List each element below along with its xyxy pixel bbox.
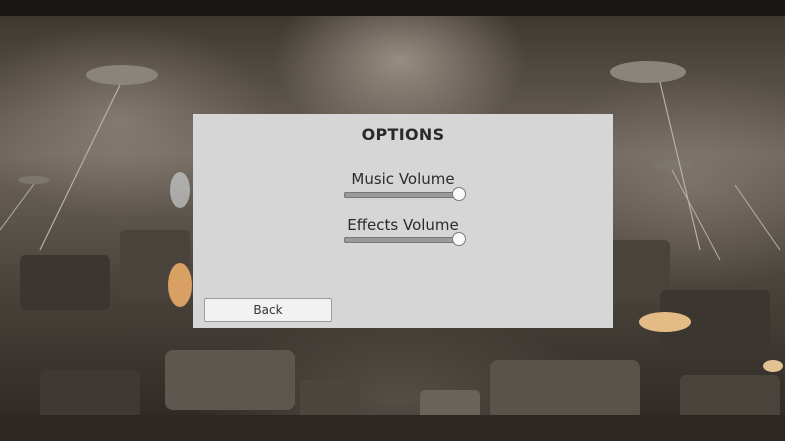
effects-volume-handle[interactable] [452, 232, 466, 246]
tank-silhouette [490, 360, 640, 420]
airship-left [86, 65, 158, 85]
options-panel: OPTIONS Music Volume Effects Volume Back [193, 114, 613, 328]
tank-silhouette [40, 370, 140, 420]
tank-silhouette [165, 350, 295, 410]
mech-silhouette [20, 255, 110, 310]
music-volume-handle[interactable] [452, 187, 466, 201]
airship-right [610, 61, 686, 83]
game-background: OPTIONS Music Volume Effects Volume Back [0, 0, 785, 441]
light-glow [170, 172, 190, 208]
tether-line [671, 169, 721, 261]
tether-line [734, 184, 781, 251]
effects-volume-fill [344, 237, 459, 243]
music-volume-fill [344, 192, 459, 198]
tether-line [39, 84, 121, 251]
tank-silhouette [680, 375, 780, 420]
tether-line [0, 183, 35, 231]
muzzle-flash [763, 360, 783, 372]
effects-volume-slider[interactable] [344, 232, 466, 246]
muzzle-flash [168, 263, 192, 307]
robot-silhouette [300, 380, 360, 420]
airship-small-right [652, 160, 692, 170]
music-volume-slider[interactable] [344, 187, 466, 201]
back-button[interactable]: Back [204, 298, 332, 322]
options-title: OPTIONS [361, 125, 445, 144]
mech-silhouette [610, 240, 670, 300]
ground [0, 415, 785, 441]
muzzle-flash [639, 312, 691, 332]
music-volume-label: Music Volume [351, 170, 455, 188]
airship-small-left [18, 176, 50, 184]
